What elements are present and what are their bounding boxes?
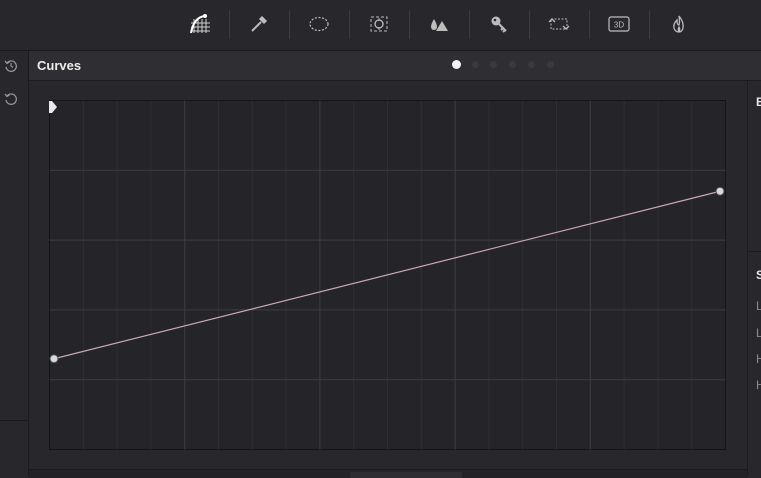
page-dot-1[interactable] xyxy=(452,60,461,69)
curve-editor[interactable] xyxy=(49,100,727,451)
blur-icon[interactable] xyxy=(424,9,454,39)
3d-icon[interactable]: 3D xyxy=(604,9,634,39)
toolbar-separator xyxy=(229,10,230,39)
right-panel-divider xyxy=(748,251,761,252)
toolbar-separator xyxy=(529,10,530,39)
right-panel-item[interactable]: H xyxy=(756,378,761,392)
page-dot-6[interactable] xyxy=(547,61,554,68)
right-panel-item[interactable]: L xyxy=(756,326,761,340)
curve-control-point-white[interactable] xyxy=(715,186,725,196)
svg-text:3D: 3D xyxy=(614,21,624,30)
right-panel-heading-1: B xyxy=(756,95,761,109)
reset-icon[interactable] xyxy=(2,90,20,108)
qualifier-eyedropper-icon[interactable] xyxy=(244,9,274,39)
left-strip-divider xyxy=(0,420,28,421)
toolbar-separator xyxy=(289,10,290,39)
right-panel-item[interactable]: H xyxy=(756,352,761,366)
page-dot-3[interactable] xyxy=(490,61,497,68)
page-dot-4[interactable] xyxy=(509,61,516,68)
toolbar-separator xyxy=(649,10,650,39)
toolbar-separator xyxy=(589,10,590,39)
history-icon[interactable] xyxy=(2,57,20,75)
sizing-icon[interactable] xyxy=(544,9,574,39)
left-side-strip xyxy=(0,51,29,477)
curve-control-point-black[interactable] xyxy=(49,354,59,364)
right-panel-item[interactable]: L xyxy=(756,299,761,313)
panel-title: Curves xyxy=(37,58,82,73)
key-icon[interactable] xyxy=(484,9,514,39)
right-panel-heading-2: S xyxy=(756,268,761,282)
toolbar-separator xyxy=(409,10,410,39)
tracker-icon[interactable] xyxy=(364,9,394,39)
toolbar-separator xyxy=(349,10,350,39)
toolbar: 3D xyxy=(0,0,761,50)
page-dot-2[interactable] xyxy=(472,61,479,68)
curves-panel-header: Curves xyxy=(29,51,761,81)
curves-tool-icon[interactable] xyxy=(185,9,215,39)
power-window-icon[interactable] xyxy=(304,9,334,39)
page-dot-5[interactable] xyxy=(528,61,535,68)
fx-icon[interactable] xyxy=(664,9,694,39)
toolbar-separator xyxy=(469,10,470,39)
scroll-thumb[interactable] xyxy=(350,472,462,478)
right-panel: B S L L H H xyxy=(747,81,761,477)
